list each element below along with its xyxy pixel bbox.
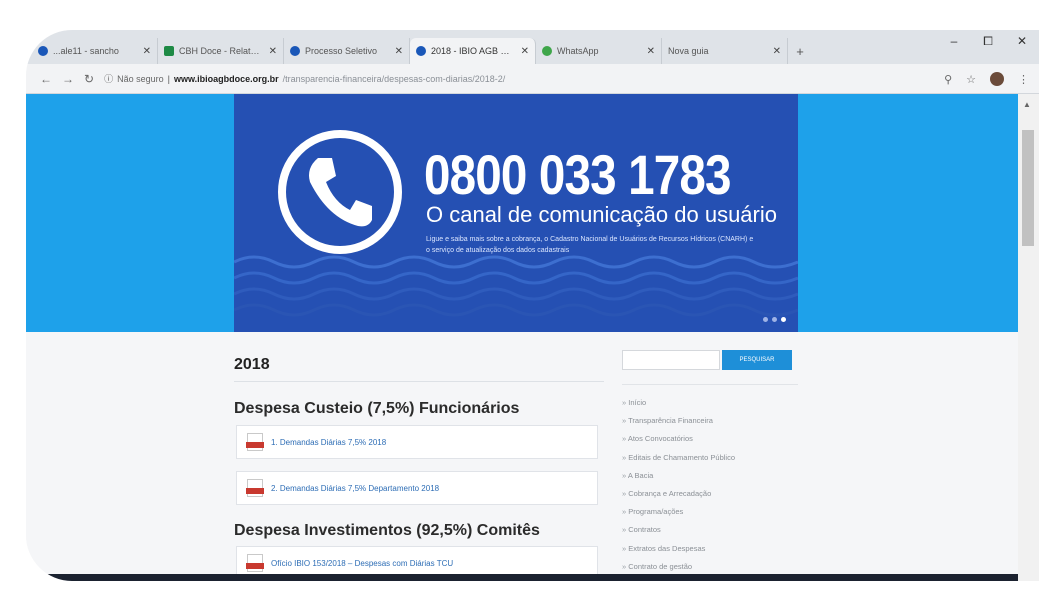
back-button[interactable]: ← [40,72,52,86]
sidebar-item[interactable]: Extratos das Despesas [622,540,735,558]
tab-label: Nova guia [668,46,709,56]
menu-kebab-icon[interactable]: ⋮ [1018,73,1029,86]
file-link[interactable]: 2. Demandas Diárias 7,5% Departamento 20… [271,484,439,493]
carousel-dot[interactable] [763,317,768,322]
tab-label: CBH Doce - Relatório [179,46,264,56]
sidebar-divider [622,384,798,385]
tab-strip: ...ale11 - sancho ✕ CBH Doce - Relatório… [26,30,1039,64]
browser-window: ...ale11 - sancho ✕ CBH Doce - Relatório… [26,30,1039,581]
section-title-custeio: Despesa Custeio (7,5%) Funcionários [234,400,520,417]
tab-1[interactable]: CBH Doce - Relatório ✕ [158,38,284,64]
phone-icon [309,158,372,227]
page-icon [38,46,48,56]
tab-label: 2018 - IBIO AGB Doce [431,46,516,56]
new-tab-button[interactable]: + [788,38,812,64]
close-icon[interactable]: ✕ [521,46,529,57]
close-icon[interactable]: ✕ [143,46,151,57]
globe-icon [416,46,426,56]
tab-label: WhatsApp [557,46,599,56]
url-path: /transparencia-financeira/despesas-com-d… [282,73,506,84]
file-item[interactable]: 2. Demandas Diárias 7,5% Departamento 20… [236,471,598,505]
hero-band: 0800 033 1783 O canal de comunicação do … [26,94,1018,332]
tab-4[interactable]: WhatsApp ✕ [536,38,662,64]
separator: | [167,73,170,84]
carousel-dot-active[interactable] [781,317,786,322]
phone-number: 0800 033 1783 [424,143,731,206]
sidebar-item[interactable]: Cobrança e Arrecadação [622,485,735,503]
browser-toolbar: ← → ↻ ⓘ Não seguro | www.ibioagbdoce.org… [26,64,1039,94]
file-item[interactable]: 1. Demandas Diárias 7,5% 2018 [236,425,598,459]
toolbar-actions: ⚲ ☆ ⋮ [944,64,1029,94]
tab-0[interactable]: ...ale11 - sancho ✕ [32,38,158,64]
main-content: 2018 Despesa Custeio (7,5%) Funcionários… [234,332,609,581]
page-title: 2018 [234,356,270,373]
title-divider [234,381,604,382]
spreadsheet-icon [164,46,174,56]
window-controls: – ⧠ ✕ [937,34,1039,49]
scroll-up-icon[interactable]: ▲ [1023,100,1031,109]
screenshot-frame: ...ale11 - sancho ✕ CBH Doce - Relatório… [0,0,1039,601]
security-label: Não seguro [117,73,164,84]
sidebar: PESQUISAR Início Transparência Financeir… [622,332,802,581]
pdf-icon [246,554,264,572]
web-page: 0800 033 1783 O canal de comunicação do … [26,94,1039,581]
pdf-icon [246,433,264,451]
sidebar-item[interactable]: A Bacia [622,467,735,485]
sidebar-item[interactable]: Início [622,394,735,412]
tab-3-active[interactable]: 2018 - IBIO AGB Doce ✕ [410,38,536,64]
reload-button[interactable]: ↻ [84,72,94,86]
zoom-icon[interactable]: ⚲ [944,73,952,86]
close-icon[interactable]: ✕ [647,46,655,57]
address-bar[interactable]: ⓘ Não seguro | www.ibioagbdoce.org.br /t… [104,69,704,89]
tab-label: Processo Seletivo [305,46,378,56]
scroll-thumb[interactable] [1022,130,1034,246]
banner-waves [234,255,798,317]
search-input[interactable] [622,350,720,370]
phone-circle [278,130,402,254]
sidebar-menu: Início Transparência Financeira Atos Con… [622,394,735,576]
sidebar-item[interactable]: Editais de Chamamento Público [622,449,735,467]
page-scrollbar[interactable]: ▲ [1018,94,1039,581]
forward-button[interactable]: → [62,72,74,86]
tab-label: ...ale11 - sancho [53,46,119,56]
search-button[interactable]: PESQUISAR [722,350,792,370]
sidebar-item[interactable]: Programa/ações [622,503,735,521]
carousel-dot[interactable] [772,317,777,322]
bookmark-star-icon[interactable]: ☆ [966,73,976,86]
sidebar-item[interactable]: Transparência Financeira [622,412,735,430]
minimize-button[interactable]: – [937,34,971,49]
footer-strip [26,574,1018,581]
close-window-button[interactable]: ✕ [1005,34,1039,49]
tab-2[interactable]: Processo Seletivo ✕ [284,38,410,64]
banner-tagline: O canal de comunicação do usuário [426,202,777,227]
maximize-button[interactable]: ⧠ [971,34,1005,49]
close-icon[interactable]: ✕ [773,46,781,57]
close-icon[interactable]: ✕ [269,46,277,57]
profile-avatar[interactable] [990,72,1004,86]
info-icon[interactable]: ⓘ [104,72,113,85]
tab-5[interactable]: Nova guia ✕ [662,38,788,64]
section-title-investimentos: Despesa Investimentos (92,5%) Comitês [234,522,540,539]
url-host: www.ibioagbdoce.org.br [173,73,279,84]
file-link[interactable]: Ofício IBIO 153/2018 – Despesas com Diár… [271,559,453,568]
sidebar-item[interactable]: Atos Convocatórios [622,430,735,448]
close-icon[interactable]: ✕ [395,46,403,57]
whatsapp-icon [542,46,552,56]
carousel-dots [763,317,786,322]
sidebar-item[interactable]: Contratos [622,521,735,539]
carousel-banner[interactable]: 0800 033 1783 O canal de comunicação do … [234,94,798,332]
pdf-icon [246,479,264,497]
file-link[interactable]: 1. Demandas Diárias 7,5% 2018 [271,438,386,447]
globe-icon [290,46,300,56]
